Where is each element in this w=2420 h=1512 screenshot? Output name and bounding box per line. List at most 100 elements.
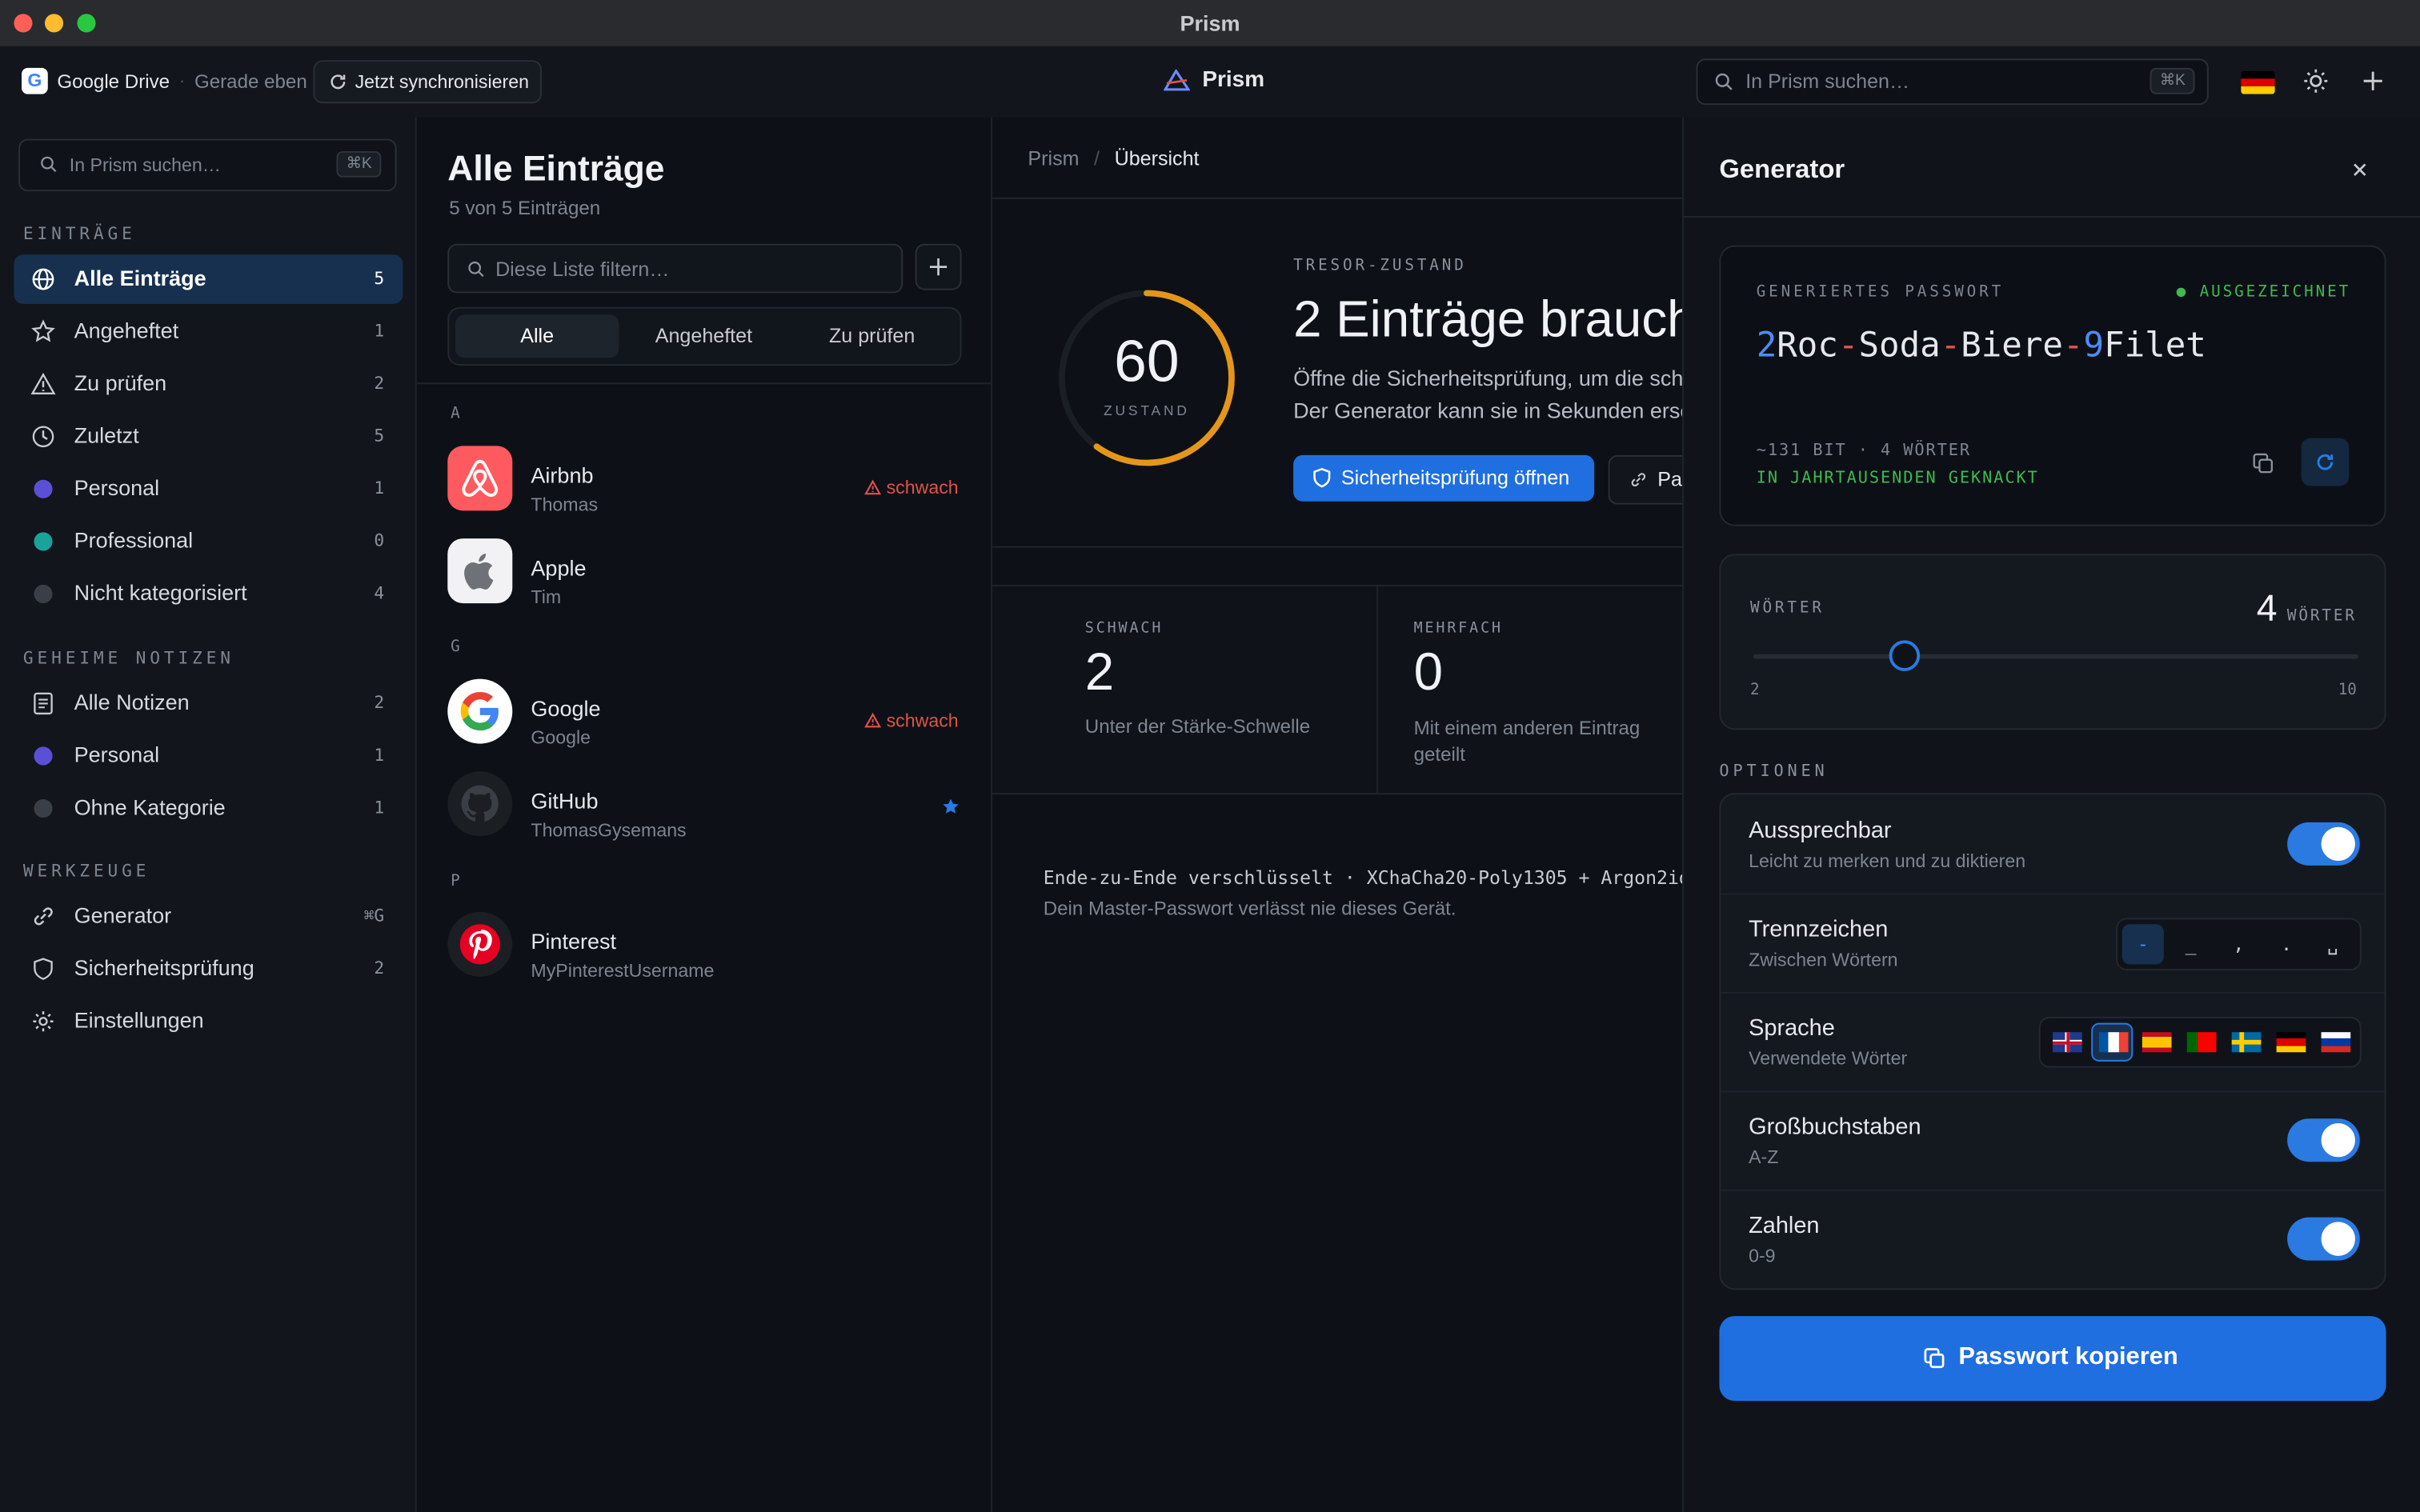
copy-password-button[interactable]: Passwort kopieren — [1719, 1316, 2386, 1402]
pronounceable-toggle[interactable] — [2287, 822, 2360, 866]
generate-password-label: Passwort generieren — [1657, 467, 1682, 491]
prism-logo-icon — [1164, 69, 1190, 91]
google-logo-icon — [447, 678, 513, 744]
sidebar-item-notes-uncategorized[interactable]: Ohne Kategorie 1 — [14, 784, 403, 834]
tab-review[interactable]: Zu prüfen — [790, 314, 953, 358]
separator-option-comma[interactable]: , — [2218, 924, 2259, 964]
add-icon[interactable] — [2362, 70, 2385, 93]
list-filter[interactable]: Diese Liste filtern… — [447, 243, 903, 294]
tab-all[interactable]: Alle — [455, 314, 619, 358]
sidebar-item-all-entries[interactable]: Alle Einträge 5 — [14, 254, 403, 304]
close-icon[interactable] — [2352, 162, 2367, 177]
sidebar-item-settings[interactable]: Einstellungen — [14, 997, 403, 1046]
link-icon — [1631, 473, 1646, 486]
add-entry-button[interactable] — [915, 243, 962, 290]
sidebar-item-personal[interactable]: Personal 1 — [14, 464, 403, 514]
words-slider-track[interactable] — [1753, 654, 2358, 659]
password-segment: Biere — [1961, 326, 2063, 366]
list-item-apple[interactable]: Apple Tim — [417, 528, 991, 621]
flag-fr-selected[interactable] — [2091, 1022, 2134, 1062]
health-score: 60 — [1114, 330, 1180, 395]
flag-se-icon[interactable] — [2231, 1032, 2262, 1053]
separator-dot: · — [178, 69, 186, 91]
flag-de-icon[interactable] — [2276, 1032, 2306, 1053]
divider — [416, 382, 992, 385]
words-slider-thumb[interactable] — [1889, 640, 1921, 671]
vault-desc-1: Öffne die Sicherheitsprüfung, um die sch… — [1293, 366, 1683, 390]
warning-icon — [864, 479, 882, 495]
google-drive-icon: G — [21, 67, 48, 94]
separator-option-underscore[interactable]: _ — [2170, 924, 2212, 964]
sidebar-item-count: 2 — [374, 958, 385, 978]
sidebar-item-all-notes[interactable]: Alle Notizen 2 — [14, 679, 403, 729]
flag-uk-icon[interactable] — [2052, 1032, 2082, 1053]
entry-username: Google — [531, 726, 591, 749]
sidebar-item-uncategorized[interactable]: Nicht kategorisiert 4 — [14, 570, 403, 619]
list-filter-input[interactable]: Diese Liste filtern… — [495, 258, 669, 281]
sidebar-item-label: Zu prüfen — [74, 370, 167, 395]
sidebar-item-count: 1 — [374, 321, 385, 342]
flag-pt-icon[interactable] — [2186, 1032, 2217, 1053]
list-item-google[interactable]: Google Google schwach — [417, 668, 991, 761]
sidebar-item-generator[interactable]: Generator ⌘G — [14, 892, 403, 942]
sync-button[interactable]: Jetzt synchronisieren — [313, 60, 542, 104]
weak-badge-label: schwach — [886, 476, 959, 498]
option-title: Zahlen — [1749, 1212, 1820, 1239]
option-subtitle: A-Z — [1749, 1146, 1779, 1168]
warning-icon — [864, 712, 882, 728]
generated-password[interactable]: 2Roc-Soda-Biere-9Filet — [1757, 327, 2206, 366]
crypto-subinfo: Dein Master-Passwort verlässt nie dieses… — [1043, 898, 1456, 920]
copy-icon[interactable] — [2252, 452, 2275, 475]
sidebar-search-input[interactable]: In Prism suchen… — [70, 154, 221, 176]
entry-name: Google — [531, 695, 601, 721]
theme-sun-icon[interactable] — [2302, 68, 2329, 94]
option-subtitle: Leicht zu merken und zu diktieren — [1749, 850, 2026, 872]
sidebar-item-shortcut: ⌘G — [363, 906, 385, 926]
regenerate-button[interactable] — [2301, 438, 2350, 486]
global-search[interactable]: In Prism suchen… ⌘K — [1696, 58, 2209, 106]
sidebar-item-pinned[interactable]: Angeheftet 1 — [14, 307, 403, 357]
breadcrumb-root[interactable]: Prism — [1028, 146, 1079, 170]
german-flag-icon[interactable] — [2241, 70, 2275, 94]
app-name: Prism — [1202, 67, 1265, 93]
stat-reused-value: 0 — [1413, 643, 1444, 702]
divider — [992, 197, 1683, 199]
password-segment: - — [2062, 326, 2084, 366]
sidebar-item-count: 1 — [374, 745, 385, 766]
flag-ru-icon[interactable] — [2321, 1032, 2351, 1053]
sidebar-item-to-review[interactable]: Zu prüfen 2 — [14, 359, 403, 409]
sidebar-item-security-check[interactable]: Sicherheitsprüfung 2 — [14, 944, 403, 994]
separator-option-dash[interactable]: - — [2122, 924, 2164, 965]
tools-header: WERKZEUGE — [22, 861, 150, 882]
tab-pinned[interactable]: Angeheftet — [622, 314, 785, 358]
pinned-star-icon[interactable] — [941, 798, 960, 816]
global-search-input[interactable]: In Prism suchen… — [1745, 70, 1909, 93]
list-title: Alle Einträge — [447, 148, 665, 189]
separator-option-space[interactable]: ␣ — [2312, 924, 2354, 964]
sidebar-item-recent[interactable]: Zuletzt 5 — [14, 412, 403, 462]
top-bar: G Google Drive · Gerade eben Jetzt synch… — [0, 46, 2420, 119]
flag-es-icon[interactable] — [2142, 1032, 2172, 1053]
list-item-airbnb[interactable]: Airbnb Thomas schwach — [417, 435, 991, 528]
open-audit-button[interactable]: Sicherheitsprüfung öffnen — [1293, 454, 1595, 502]
separator-option-dot[interactable]: . — [2266, 924, 2307, 964]
entries-header: EINTRÄGE — [22, 223, 136, 244]
divider — [992, 546, 1683, 548]
uppercase-toggle[interactable] — [2287, 1118, 2360, 1162]
generate-password-button[interactable]: Passwort generieren — [1608, 454, 1683, 505]
option-uppercase: Großbuchstaben A-Z — [1721, 1090, 2385, 1191]
language-selector — [2038, 1016, 2362, 1068]
list-item-pinterest[interactable]: Pinterest MyPinterestUsername — [417, 901, 991, 994]
list-subtitle: 5 von 5 Einträgen — [449, 197, 601, 219]
breadcrumb-separator: / — [1094, 146, 1100, 170]
sidebar-search[interactable]: In Prism suchen… ⌘K — [18, 138, 397, 192]
sidebar-item-professional[interactable]: Professional 0 — [14, 517, 403, 566]
words-card: WÖRTER 4 WÖRTER 2 10 — [1719, 554, 2386, 730]
category-dot — [34, 479, 53, 498]
sidebar-item-notes-personal[interactable]: Personal 1 — [14, 731, 403, 781]
health-score-label: ZUSTAND — [1104, 402, 1190, 418]
numbers-toggle[interactable] — [2287, 1217, 2360, 1261]
crypto-info: Ende-zu-Ende verschlüsselt · XChaCha20-P… — [1043, 866, 1683, 889]
option-subtitle: 0-9 — [1749, 1245, 1776, 1267]
list-item-github[interactable]: GitHub ThomasGysemans — [417, 761, 991, 854]
